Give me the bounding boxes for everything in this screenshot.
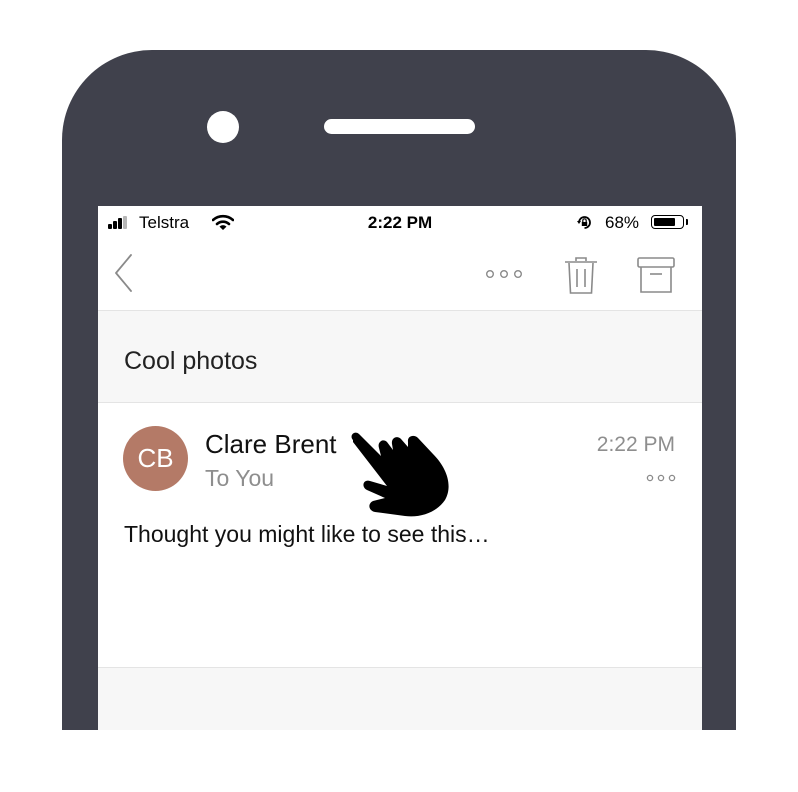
subject-header: Cool photos: [98, 310, 702, 403]
rotation-lock-icon: [577, 216, 591, 229]
battery-tip: [686, 219, 688, 225]
battery-icon: [651, 215, 684, 229]
message-toolbar: [98, 240, 702, 310]
archive-icon[interactable]: [636, 255, 676, 295]
status-bar: Telstra 2:22 PM 68%: [98, 206, 702, 240]
email-subject: Cool photos: [124, 347, 258, 375]
message-time: 2:22 PM: [596, 433, 675, 456]
back-chevron-icon[interactable]: [112, 252, 136, 294]
message-body: Thought you might like to see this…: [124, 521, 490, 547]
sender-avatar[interactable]: CB: [123, 426, 188, 491]
recipient-label: To You: [205, 465, 275, 491]
front-camera: [207, 111, 239, 143]
page-background: [0, 730, 798, 792]
message-more-icon[interactable]: [645, 471, 677, 485]
battery-percentage: 68%: [605, 213, 640, 232]
trash-icon[interactable]: [562, 255, 600, 295]
reading-pane-footer: [98, 667, 702, 730]
tap-hand-icon: [351, 432, 449, 517]
more-options-icon[interactable]: [484, 264, 524, 284]
sender-name[interactable]: Clare Brent: [205, 429, 337, 460]
earpiece-speaker: [324, 119, 475, 134]
